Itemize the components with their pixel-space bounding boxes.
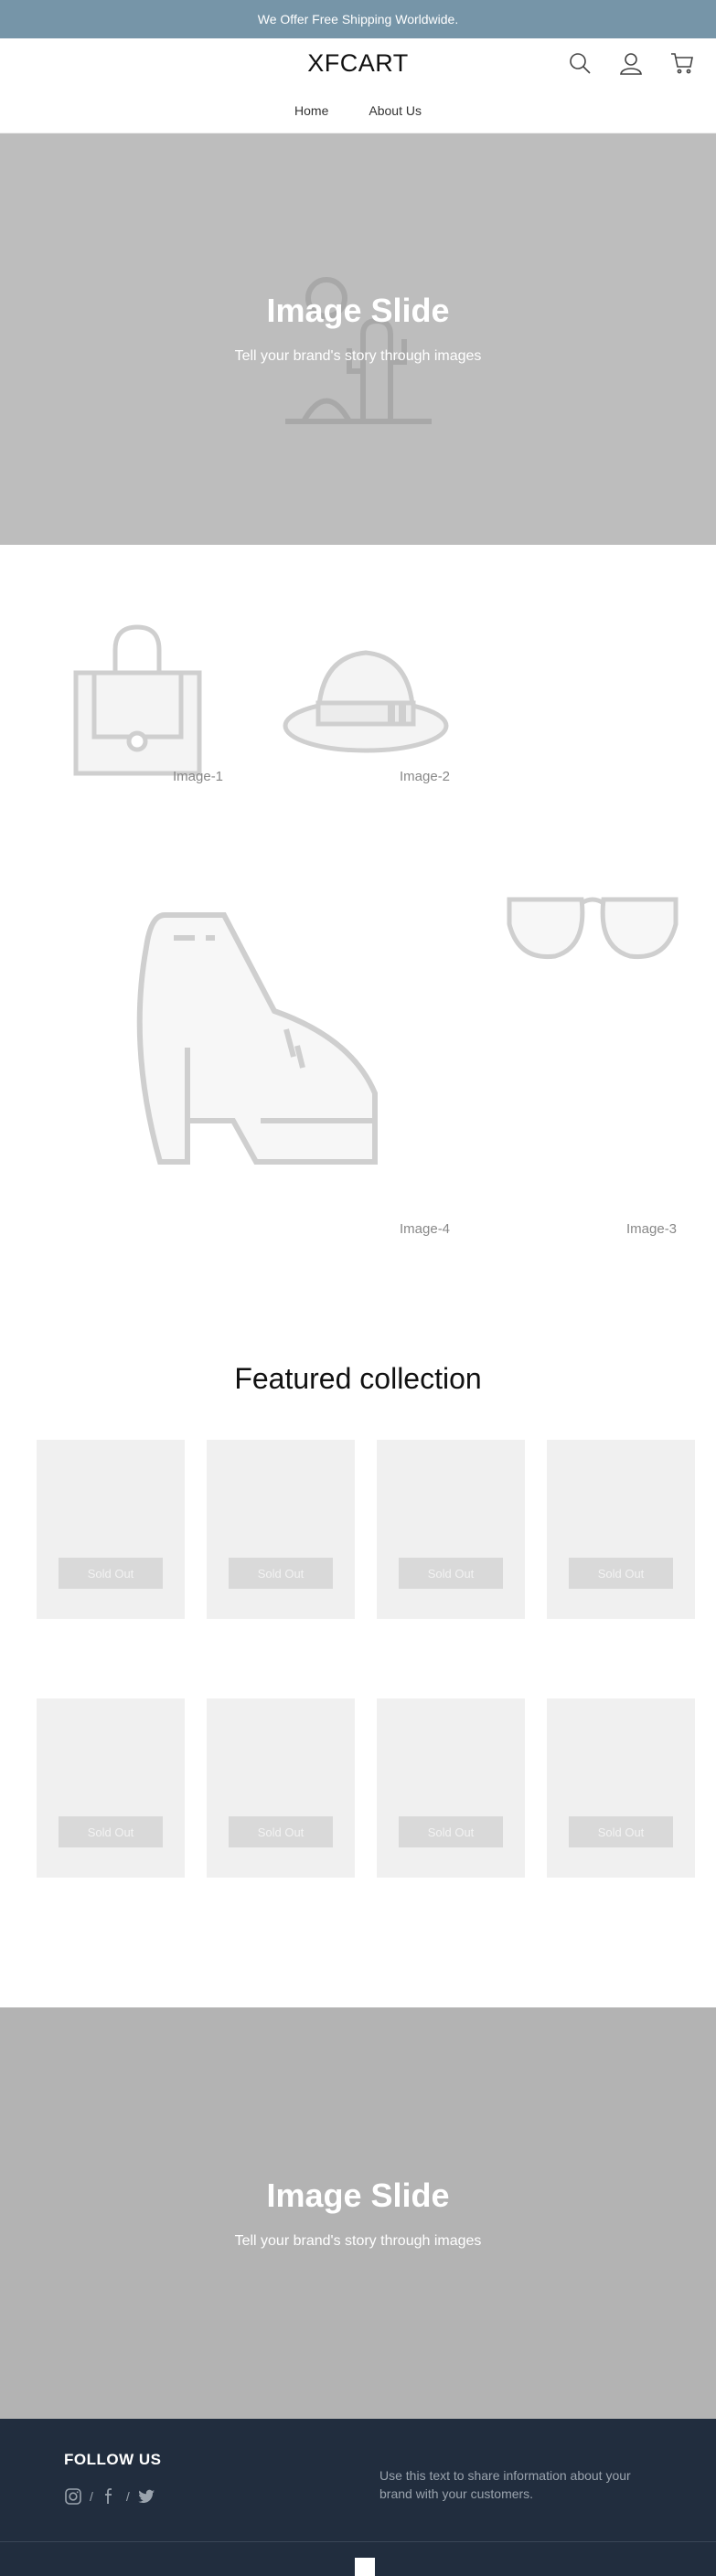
hero-slide: Image Slide Tell your brand's story thro… <box>0 133 716 545</box>
gallery-caption-3: Image-3 <box>626 1221 678 1237</box>
product-card[interactable]: Sold Out <box>547 1440 695 1619</box>
footer-square-marker <box>355 2558 375 2576</box>
follow-us-title: FOLLOW US <box>64 2451 162 2468</box>
hero-subtitle: Tell your brand's story through images <box>234 348 482 364</box>
gallery-caption-1: Image-1 <box>173 769 224 784</box>
product-grid: Sold Out Sold Out Sold Out Sold Out Sold… <box>37 1440 695 1878</box>
sold-out-badge: Sold Out <box>229 1558 333 1589</box>
sold-out-badge: Sold Out <box>569 1816 673 1847</box>
social-separator: / <box>125 2489 130 2504</box>
sold-out-badge: Sold Out <box>399 1816 503 1847</box>
main-nav: Home About Us <box>0 88 716 133</box>
sold-out-badge: Sold Out <box>569 1558 673 1589</box>
announcement-bar: We Offer Free Shipping Worldwide. <box>0 0 716 38</box>
search-icon[interactable] <box>568 51 592 75</box>
social-links: / / <box>64 2487 155 2506</box>
site-header: XFCART <box>0 38 716 88</box>
hero-slide-2: Image Slide Tell your brand's story thro… <box>0 2007 716 2419</box>
featured-collection-title: Featured collection <box>234 1362 482 1395</box>
cart-icon[interactable] <box>670 51 694 75</box>
product-card[interactable]: Sold Out <box>207 1698 355 1878</box>
hero2-title: Image Slide <box>266 2177 450 2214</box>
handbag-icon[interactable] <box>71 623 204 780</box>
user-icon[interactable] <box>619 51 643 75</box>
gallery-caption-4: Image-4 <box>400 1221 451 1237</box>
header-icons <box>568 51 694 75</box>
store-logo[interactable]: XFCART <box>307 49 409 78</box>
twitter-icon[interactable] <box>137 2487 155 2506</box>
sold-out-badge: Sold Out <box>399 1558 503 1589</box>
product-card[interactable]: Sold Out <box>547 1698 695 1878</box>
instagram-icon[interactable] <box>64 2487 82 2506</box>
site-footer: FOLLOW US / / Use this text to share inf… <box>0 2419 716 2576</box>
sold-out-badge: Sold Out <box>59 1558 163 1589</box>
announcement-text: We Offer Free Shipping Worldwide. <box>257 12 459 27</box>
gallery-caption-2: Image-2 <box>400 769 451 784</box>
sunglasses-icon[interactable] <box>505 892 680 961</box>
product-card[interactable]: Sold Out <box>377 1698 525 1878</box>
sold-out-badge: Sold Out <box>229 1816 333 1847</box>
product-card[interactable]: Sold Out <box>37 1440 185 1619</box>
boot-icon[interactable] <box>123 910 379 1166</box>
hero2-subtitle: Tell your brand's story through images <box>234 2233 482 2249</box>
hat-icon[interactable] <box>282 644 450 753</box>
nav-item-home[interactable]: Home <box>294 103 328 118</box>
product-card[interactable]: Sold Out <box>377 1440 525 1619</box>
product-card[interactable]: Sold Out <box>207 1440 355 1619</box>
footer-divider <box>0 2541 716 2542</box>
sold-out-badge: Sold Out <box>59 1816 163 1847</box>
hero-title: Image Slide <box>266 292 450 329</box>
footer-info-text: Use this text to share information about… <box>379 2468 631 2501</box>
product-card[interactable]: Sold Out <box>37 1698 185 1878</box>
image-gallery: Image-1 Image-2 Image-4 Image-3 <box>0 545 716 1331</box>
social-separator: / <box>90 2489 93 2504</box>
facebook-icon[interactable] <box>101 2487 119 2506</box>
nav-item-about-us[interactable]: About Us <box>369 103 422 118</box>
